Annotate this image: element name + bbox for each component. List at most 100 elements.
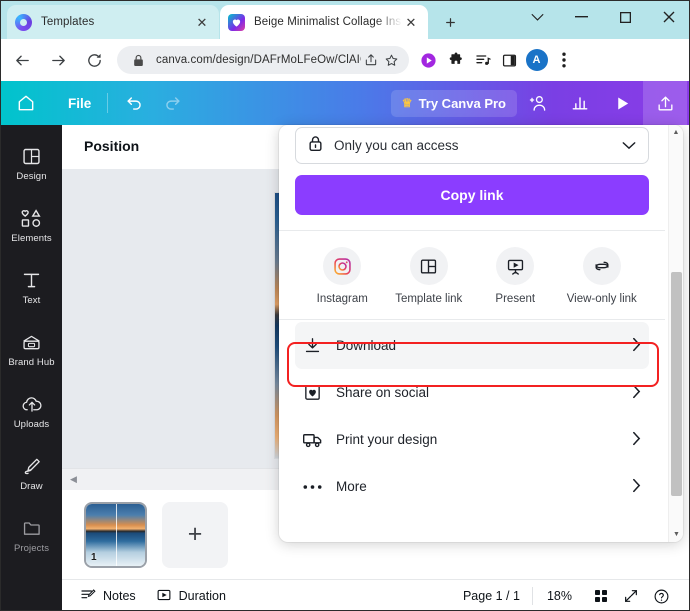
home-icon[interactable] <box>7 87 45 119</box>
canva-toolbar: File ♕ Try Canva Pro <box>1 81 689 125</box>
draw-icon <box>21 456 43 477</box>
menu-item-print-your-design[interactable]: Print your design <box>295 416 649 463</box>
sidebar-item-draw[interactable]: Draw <box>1 443 62 505</box>
sidebar-item-uploads[interactable]: Uploads <box>1 381 62 443</box>
maximize-button[interactable] <box>603 1 647 33</box>
help-icon[interactable] <box>648 583 674 609</box>
share-upload-icon[interactable] <box>643 81 687 125</box>
back-icon[interactable] <box>7 45 37 75</box>
chrome-icon <box>15 13 32 31</box>
add-page-button[interactable]: + <box>162 501 228 568</box>
lock-icon <box>128 50 148 70</box>
quick-action-label: Present <box>495 293 536 305</box>
uploads-icon <box>21 394 43 415</box>
menu-item-download[interactable]: Download <box>295 322 649 369</box>
sidebar-item-label: Elements <box>11 233 52 244</box>
share-menu-list: Download Share on social Print your desi… <box>295 320 649 510</box>
access-level-dropdown[interactable]: Only you can access <box>295 127 649 164</box>
chevron-right-icon <box>632 431 641 449</box>
design-canvas[interactable] <box>62 169 289 468</box>
reload-icon[interactable] <box>79 45 109 75</box>
sidebar-item-label: Uploads <box>13 419 50 430</box>
menu-item-label: Download <box>336 338 397 353</box>
zoom-level[interactable]: 18% <box>547 589 572 603</box>
menu-item-more[interactable]: More <box>295 463 649 510</box>
quick-action-label: Template link <box>395 293 463 305</box>
new-tab-button[interactable] <box>438 10 462 34</box>
share-icon[interactable] <box>361 50 381 70</box>
kebab-menu-icon[interactable] <box>550 47 577 74</box>
grid-view-icon[interactable] <box>588 583 614 609</box>
scrollbar-thumb[interactable] <box>671 272 682 496</box>
address-bar[interactable]: canva.com/design/DAFrMoLFeOw/ClAICsVyK..… <box>117 46 409 74</box>
collapse-arrow-icon[interactable]: ◀ <box>70 474 77 485</box>
quick-action-instagram[interactable]: Instagram <box>299 247 386 305</box>
truck-icon <box>301 430 323 449</box>
present-play-icon[interactable] <box>601 87 643 119</box>
close-icon[interactable]: ✕ <box>193 13 211 31</box>
puzzle-icon[interactable] <box>442 47 469 74</box>
close-window-button[interactable] <box>647 1 689 33</box>
text-icon <box>21 270 42 291</box>
sidebar-item-label: Draw <box>20 481 43 492</box>
sidebar-item-brand-hub[interactable]: Brand Hub <box>1 319 62 381</box>
side-panel-icon[interactable] <box>496 47 523 74</box>
design-icon <box>21 146 42 167</box>
canva-icon <box>228 13 245 31</box>
sidebar-item-label: Text <box>22 295 41 306</box>
fullscreen-icon[interactable] <box>618 583 644 609</box>
chevron-down-icon[interactable] <box>515 1 559 33</box>
undo-icon[interactable] <box>115 87 153 119</box>
browser-tab-canva-design[interactable]: Beige Minimalist Collage Ins ✕ <box>220 5 428 39</box>
quick-actions-row: Instagram Template link Present View-onl… <box>295 231 649 319</box>
toolbar-divider <box>107 93 109 113</box>
menu-item-label: Share on social <box>336 385 430 400</box>
profile-initial: A <box>525 49 548 71</box>
try-canva-pro-button[interactable]: ♕ Try Canva Pro <box>390 89 517 117</box>
add-collaborator-icon[interactable] <box>517 87 559 119</box>
redo-icon[interactable] <box>153 87 191 119</box>
sidebar-item-elements[interactable]: Elements <box>1 195 62 257</box>
duration-button[interactable]: Duration <box>156 587 226 606</box>
reading-list-icon[interactable] <box>469 47 496 74</box>
page-number: 1 <box>91 551 97 563</box>
duration-label: Duration <box>178 589 226 603</box>
sidebar-item-projects[interactable]: Projects <box>1 505 62 567</box>
quick-action-present[interactable]: Present <box>472 247 559 305</box>
sidebar-item-label: Brand Hub <box>8 357 55 368</box>
browser-toolbar: canva.com/design/DAFrMoLFeOw/ClAICsVyK..… <box>1 39 689 81</box>
sidebar-item-text[interactable]: Text <box>1 257 62 319</box>
chevron-right-icon <box>632 384 641 402</box>
chevron-right-icon <box>632 478 641 496</box>
lock-icon <box>308 135 323 157</box>
pages-strip-header: ◀ <box>62 468 289 490</box>
browser-tab-templates[interactable]: Templates ✕ <box>7 5 219 39</box>
sidebar-item-design[interactable]: Design <box>1 133 62 195</box>
menu-item-share-on-social[interactable]: Share on social <box>295 369 649 416</box>
star-icon[interactable] <box>381 50 401 70</box>
file-menu-button[interactable]: File <box>59 91 100 116</box>
crown-icon: ♕ <box>401 96 413 110</box>
quick-action-template-link[interactable]: Template link <box>386 247 473 305</box>
page-title: Position <box>84 138 140 154</box>
scroll-down-arrow-icon[interactable]: ▼ <box>669 527 683 542</box>
bottom-bar: Notes Duration Page 1 / 1 18% <box>62 579 689 610</box>
scroll-up-arrow-icon[interactable]: ▲ <box>669 125 683 140</box>
sidebar-item-label: Projects <box>13 543 50 554</box>
window-controls <box>515 1 689 33</box>
page-thumbnail-1[interactable]: 1 <box>84 501 147 568</box>
download-icon <box>301 336 323 355</box>
elements-icon <box>20 208 44 229</box>
chevron-right-icon <box>632 337 641 355</box>
minimize-button[interactable] <box>559 1 603 33</box>
forward-icon[interactable] <box>43 45 73 75</box>
media-play-icon[interactable] <box>415 47 442 74</box>
share-panel-scrollbar[interactable]: ▲ ▼ <box>668 125 683 542</box>
avatar[interactable]: A <box>523 47 550 74</box>
quick-action-view-only-link[interactable]: View-only link <box>559 247 646 305</box>
notes-button[interactable]: Notes <box>80 587 136 606</box>
sidebar-item-label: Design <box>16 171 47 182</box>
copy-link-button[interactable]: Copy link <box>295 175 649 215</box>
close-icon[interactable]: ✕ <box>402 13 420 31</box>
insights-icon[interactable] <box>559 87 601 119</box>
